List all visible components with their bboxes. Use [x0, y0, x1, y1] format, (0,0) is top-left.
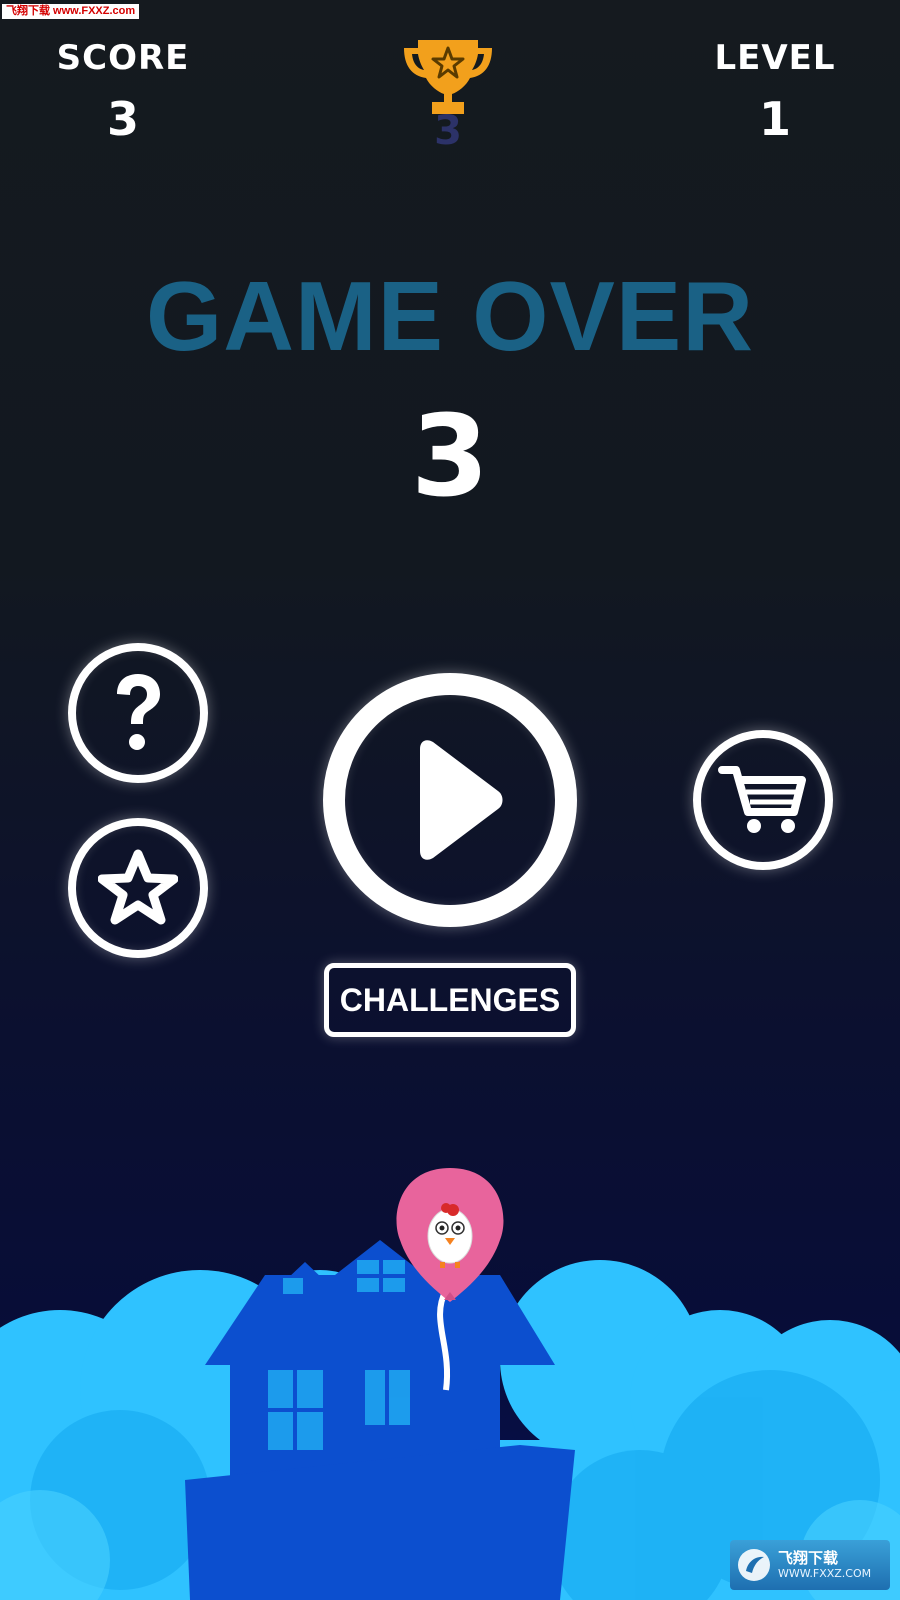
star-icon: [98, 849, 178, 925]
final-score: 3: [411, 392, 489, 522]
watermark-badge: 飞翔下载 www.FXXZ.com: [2, 4, 140, 19]
play-button[interactable]: [323, 673, 577, 927]
score-label: SCORE: [56, 38, 190, 78]
game-over-title: GAME OVER: [146, 261, 754, 371]
challenges-label: CHALLENGES: [339, 981, 561, 1018]
help-button[interactable]: [68, 643, 208, 783]
question-mark-icon: [117, 674, 160, 750]
score-value: 3: [106, 92, 139, 146]
shopping-cart-icon: [718, 766, 806, 833]
logo-icon: [738, 1549, 770, 1581]
play-icon: [420, 740, 503, 860]
best-score-value: 3: [434, 108, 462, 154]
challenges-button[interactable]: CHALLENGES: [324, 963, 576, 1037]
watermark-url: WWW.FXXZ.COM: [778, 1567, 872, 1580]
rate-button[interactable]: [68, 818, 208, 958]
watermark-name: 飞翔下载: [778, 1549, 839, 1567]
level-value: 1: [758, 92, 791, 146]
watermark-logo: 飞翔下载 WWW.FXXZ.COM: [730, 1540, 890, 1590]
shop-button[interactable]: [693, 730, 833, 870]
level-label: LEVEL: [714, 38, 836, 78]
